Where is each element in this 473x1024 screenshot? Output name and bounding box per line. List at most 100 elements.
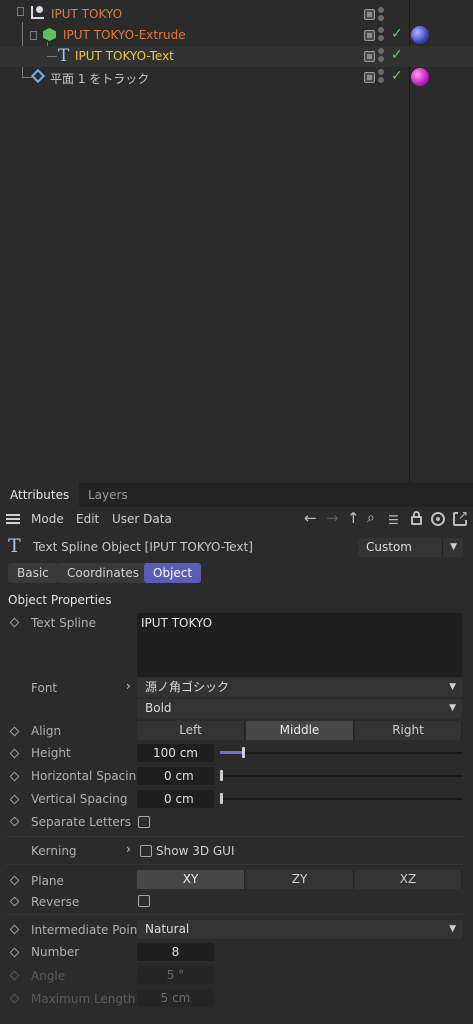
keyframe-diamond-icon[interactable] — [9, 816, 20, 827]
align-label: Align — [31, 724, 62, 738]
text-spline-value: IPUT TOKYO — [141, 616, 213, 630]
vspacing-label: Vertical Spacing — [31, 792, 128, 806]
target-center-icon — [436, 517, 440, 521]
vspacing-slider[interactable] — [220, 798, 462, 800]
forward-arrow-icon[interactable]: → — [326, 510, 339, 526]
plane-icon — [30, 68, 46, 84]
maximum-length-label: Maximum Length — [31, 992, 136, 1006]
keyframe-diamond-icon[interactable] — [9, 617, 20, 628]
chevron-down-icon: ▼ — [449, 682, 456, 692]
keyframe-diamond-icon — [9, 993, 20, 1004]
dropdown-separator — [442, 538, 443, 557]
tab-layers[interactable]: Layers — [78, 483, 138, 507]
divider — [6, 836, 463, 837]
show-3d-gui-checkbox[interactable] — [140, 845, 152, 857]
divider — [6, 914, 463, 915]
reverse-checkbox[interactable] — [138, 895, 150, 907]
keyframe-diamond-icon[interactable] — [9, 748, 20, 759]
number-label: Number — [31, 945, 80, 959]
object-row-extrude[interactable]: IPUT TOKYO-Extrude ✓ — [0, 25, 473, 46]
keyframe-diamond-icon[interactable] — [9, 726, 20, 737]
vspacing-field[interactable]: 0 cm — [137, 790, 214, 808]
chevron-down-icon: ▼ — [449, 924, 456, 934]
align-right-button[interactable]: Right — [355, 721, 462, 740]
enabled-check-icon[interactable]: ✓ — [391, 26, 403, 42]
object-row-text[interactable]: T IPUT TOKYO-Text ✓ — [0, 46, 473, 67]
keyframe-diamond-icon[interactable] — [9, 794, 20, 805]
keyframe-diamond-icon[interactable] — [9, 947, 20, 958]
keyframe-diamond-icon[interactable] — [9, 924, 20, 935]
back-arrow-icon[interactable]: ← — [304, 510, 317, 526]
null-dot-icon — [36, 6, 43, 13]
layer-toggle-icon[interactable] — [364, 30, 375, 41]
height-field[interactable]: 100 cm — [137, 744, 214, 762]
font-family-dropdown[interactable]: 源ノ角ゴシック ▼ — [137, 678, 462, 697]
keyframe-diamond-icon[interactable] — [9, 896, 20, 907]
material-tag-icon[interactable] — [411, 68, 429, 86]
collapse-toggle-icon[interactable] — [30, 31, 37, 40]
subtab-coordinates[interactable]: Coordinates — [58, 563, 149, 583]
search-icon[interactable]: ⌕ — [367, 510, 375, 526]
tab-attributes[interactable]: Attributes — [0, 483, 80, 507]
hspacing-slider[interactable] — [220, 775, 462, 777]
vspacing-slider-handle[interactable] — [220, 793, 223, 804]
menu-edit[interactable]: Edit — [76, 512, 99, 526]
layer-toggle-icon[interactable] — [364, 51, 375, 62]
plane-zy-button[interactable]: ZY — [246, 870, 354, 889]
maximum-length-field: 5 cm — [137, 989, 214, 1007]
menu-mode[interactable]: Mode — [31, 512, 64, 526]
height-slider-handle[interactable] — [242, 747, 245, 758]
up-arrow-icon[interactable]: ↑ — [347, 510, 360, 526]
separate-letters-checkbox[interactable] — [138, 816, 150, 828]
collapse-toggle-icon[interactable] — [17, 7, 24, 16]
intermediate-points-dropdown[interactable]: Natural ▼ — [137, 920, 462, 939]
object-name[interactable]: IPUT TOKYO-Extrude — [63, 28, 186, 42]
number-field[interactable]: 8 — [137, 943, 214, 961]
subtab-basic[interactable]: Basic — [8, 563, 58, 583]
hspacing-field[interactable]: 0 cm — [137, 767, 214, 785]
object-name[interactable]: IPUT TOKYO-Text — [75, 49, 174, 63]
subtab-object[interactable]: Object — [144, 563, 202, 583]
intermediate-points-label: Intermediate Points — [31, 923, 149, 937]
chevron-right-icon[interactable]: › — [126, 679, 131, 693]
lock-shackle-icon — [413, 511, 420, 518]
align-middle-button[interactable]: Middle — [246, 721, 354, 740]
filter-icon[interactable]: ☰ — [388, 512, 399, 528]
text-spline-label: Text Spline — [31, 616, 96, 630]
layer-toggle-icon[interactable] — [364, 9, 375, 20]
visibility-dots-icon[interactable] — [378, 68, 386, 85]
keyframe-diamond-icon[interactable] — [9, 875, 20, 886]
text-spline-input[interactable]: IPUT TOKYO — [137, 613, 462, 677]
chevron-down-icon: ▼ — [449, 703, 456, 713]
visibility-dots-icon[interactable] — [378, 47, 386, 64]
chevron-right-icon[interactable]: › — [126, 842, 131, 856]
reverse-label: Reverse — [31, 895, 80, 909]
kerning-label: Kerning — [31, 844, 77, 858]
height-slider[interactable] — [220, 752, 462, 754]
extrude-icon — [43, 28, 56, 41]
menu-user-data[interactable]: User Data — [112, 512, 172, 526]
hspacing-label: Horizontal Spacing — [31, 769, 144, 783]
object-row-iput-tokyo[interactable]: IPUT TOKYO — [0, 4, 473, 25]
keyframe-diamond-icon[interactable] — [9, 771, 20, 782]
separate-letters-label: Separate Letters — [31, 815, 131, 829]
visibility-dots-icon[interactable] — [378, 6, 386, 23]
object-name[interactable]: 平面 1 をトラック — [50, 70, 149, 87]
align-left-button[interactable]: Left — [137, 721, 245, 740]
preset-dropdown[interactable]: Custom ▼ — [358, 538, 463, 557]
tree-connector — [47, 56, 57, 57]
hamburger-menu-icon[interactable] — [6, 514, 20, 516]
hspacing-slider-handle[interactable] — [220, 770, 223, 781]
visibility-dots-icon[interactable] — [378, 26, 386, 43]
material-tag-icon[interactable] — [411, 26, 429, 44]
plane-xz-button[interactable]: XZ — [355, 870, 462, 889]
object-name[interactable]: IPUT TOKYO — [51, 7, 122, 21]
external-arrow-icon: ↗ — [458, 508, 469, 522]
object-row-plane[interactable]: 平面 1 をトラック ✓ — [0, 67, 473, 88]
enabled-check-icon[interactable]: ✓ — [391, 68, 403, 84]
enabled-check-icon[interactable]: ✓ — [391, 47, 403, 63]
plane-xy-button[interactable]: XY — [137, 870, 245, 889]
layer-toggle-icon[interactable] — [364, 72, 375, 83]
plane-label: Plane — [31, 874, 64, 888]
font-weight-dropdown[interactable]: Bold ▼ — [137, 699, 462, 718]
